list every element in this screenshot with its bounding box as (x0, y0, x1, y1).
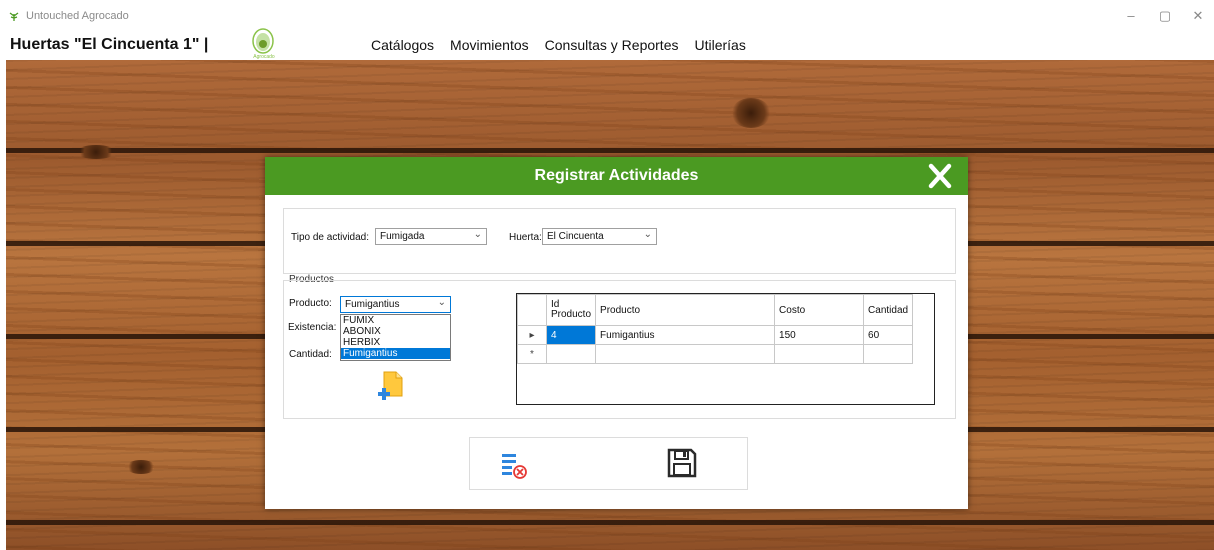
save-icon[interactable] (666, 447, 698, 479)
window-title: Untouched Agrocado (26, 10, 129, 22)
avocado-logo-icon: Agrocado (252, 28, 275, 60)
grid-col-costo[interactable]: Costo (774, 294, 865, 326)
cell-empty[interactable] (774, 344, 865, 364)
close-window-button[interactable]: ✕ (1188, 8, 1208, 24)
dialog-title: Registrar Actividades (534, 167, 699, 184)
grid-header-row: Id Producto Producto Costo Cantidad (517, 294, 914, 326)
cell-empty[interactable] (545, 344, 597, 364)
menu-bar: Huertas "El Cincuenta 1" | Agrocado Catá… (0, 28, 1214, 60)
producto-value: Fumigantius (345, 299, 400, 310)
grid-corner-cell (517, 294, 547, 326)
app-icon (9, 12, 19, 21)
cell-id-producto[interactable]: 4 (545, 325, 597, 345)
wood-knot (731, 98, 771, 128)
huerta-select[interactable]: El Cincuenta ⌄ (542, 228, 657, 245)
cell-producto[interactable]: Fumigantius (595, 325, 776, 345)
huerta-label: Huerta: (509, 232, 542, 243)
cantidad-label: Cantidad: (289, 349, 332, 360)
restore-button[interactable]: ▢ (1155, 8, 1175, 24)
menu-catalogos[interactable]: Catálogos (370, 37, 435, 53)
main-menu: Catálogos Movimientos Consultas y Report… (370, 37, 747, 53)
wood-knot (126, 460, 156, 474)
tipo-actividad-value: Fumigada (380, 231, 425, 242)
dialog-header: Registrar Actividades (265, 157, 968, 195)
wood-knot (76, 145, 116, 159)
existencia-label: Existencia: (288, 322, 337, 333)
cell-empty[interactable] (595, 344, 776, 364)
new-row[interactable]: * (517, 344, 914, 364)
grid-col-producto[interactable]: Producto (595, 294, 776, 326)
menu-consultas-reportes[interactable]: Consultas y Reportes (544, 37, 680, 53)
dropdown-option[interactable]: HERBIX (341, 337, 450, 348)
minimize-button[interactable]: – (1121, 8, 1141, 24)
close-icon[interactable] (925, 162, 955, 190)
chevron-down-icon: ⌄ (643, 229, 652, 240)
dropdown-option[interactable]: FUMIX (341, 315, 450, 326)
chevron-down-icon: ⌄ (437, 297, 446, 308)
row-selector-icon[interactable]: ▸ (517, 325, 547, 345)
huerta-value: El Cincuenta (547, 231, 604, 242)
add-file-icon[interactable] (376, 370, 404, 402)
brand-title: Huertas "El Cincuenta 1" | (10, 36, 209, 53)
clear-list-icon[interactable] (500, 450, 530, 480)
new-row-marker-icon: * (517, 344, 547, 364)
tipo-actividad-label: Tipo de actividad: (291, 232, 370, 243)
dropdown-option-selected[interactable]: Fumigantius (341, 348, 450, 359)
grid-col-id-producto[interactable]: Id Producto (545, 294, 597, 326)
grid-col-cantidad[interactable]: Cantidad (863, 294, 914, 326)
chevron-down-icon: ⌄ (473, 229, 482, 240)
menu-movimientos[interactable]: Movimientos (449, 37, 530, 53)
cell-costo[interactable]: 150 (774, 325, 865, 345)
menu-utilerias[interactable]: Utilerías (693, 37, 746, 53)
cell-empty[interactable] (863, 344, 914, 364)
productos-grid[interactable]: Id Producto Producto Costo Cantidad ▸ 4 … (516, 293, 935, 405)
tipo-actividad-select[interactable]: Fumigada ⌄ (375, 228, 487, 245)
producto-dropdown-list[interactable]: FUMIX ABONIX HERBIX Fumigantius (340, 314, 451, 361)
producto-select[interactable]: Fumigantius ⌄ (340, 296, 451, 313)
dropdown-option[interactable]: ABONIX (341, 326, 450, 337)
table-row[interactable]: ▸ 4 Fumigantius 150 60 (517, 325, 914, 345)
cell-cantidad[interactable]: 60 (863, 325, 914, 345)
window-titlebar: Untouched Agrocado – ▢ ✕ (0, 0, 1214, 34)
producto-label: Producto: (289, 298, 332, 309)
